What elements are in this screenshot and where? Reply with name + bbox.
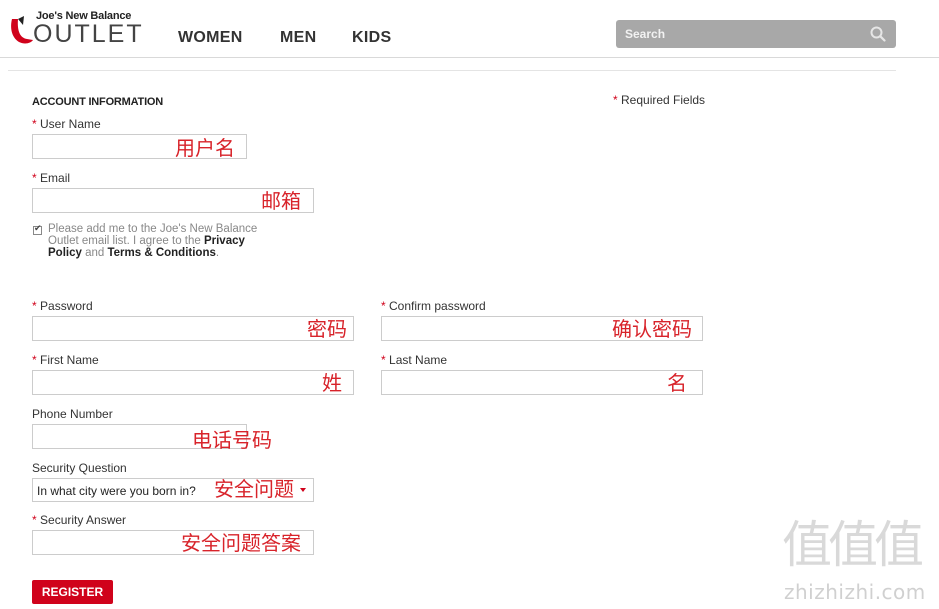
password-label-text: Password: [40, 299, 93, 313]
security-answer-label-text: Security Answer: [40, 513, 127, 527]
confirm-password-annotation: 确认密码: [612, 317, 692, 341]
watermark: 值值值 zhizhizhi.com: [780, 520, 939, 609]
required-marker: *: [32, 299, 37, 313]
password-label: * Password: [32, 299, 93, 313]
nav-kids[interactable]: KIDS: [352, 29, 391, 47]
required-marker: *: [613, 93, 618, 107]
register-button[interactable]: REGISTER: [32, 580, 113, 604]
security-answer-annotation: 安全问题答案: [181, 531, 301, 555]
security-question-value: In what city were you born in?: [37, 484, 196, 498]
email-label: * Email: [32, 171, 70, 185]
required-marker: *: [381, 299, 386, 313]
confirm-password-label: * Confirm password: [381, 299, 486, 313]
username-label-text: User Name: [40, 117, 101, 131]
consent-and: and: [81, 247, 108, 259]
shoe-logo-icon: [11, 16, 34, 44]
section-title: ACCOUNT INFORMATION: [32, 96, 164, 108]
phone-annotation: 电话号码: [192, 428, 272, 452]
email-label-text: Email: [40, 171, 71, 185]
terms-link[interactable]: Terms & Conditions: [107, 247, 215, 259]
consent-end: .: [215, 247, 220, 259]
watermark-logo: 值值值: [782, 516, 924, 574]
search-bar: [616, 20, 896, 48]
security-answer-label: * Security Answer: [32, 513, 126, 527]
site-header: Joe's New Balance OUTLET WOMEN MEN KIDS: [0, 0, 939, 58]
password-annotation: 密码: [307, 317, 347, 341]
chevron-down-icon: [300, 488, 306, 492]
required-marker: *: [32, 353, 37, 367]
consent-text: Please add me to the Joe's New Balance O…: [48, 223, 268, 259]
last-name-label-text: Last Name: [389, 353, 448, 367]
required-marker: *: [381, 353, 386, 367]
nav-women[interactable]: WOMEN: [178, 29, 243, 47]
username-label: * User Name: [32, 117, 101, 131]
security-question-annotation: 安全问题: [214, 477, 294, 501]
required-marker: *: [32, 117, 37, 131]
checkmark-icon: ✔: [34, 223, 42, 233]
search-icon[interactable]: [870, 26, 886, 42]
content-divider: [8, 70, 896, 71]
search-input[interactable]: [616, 20, 866, 48]
nav-men[interactable]: MEN: [280, 29, 316, 47]
site-logo[interactable]: Joe's New Balance OUTLET: [8, 9, 148, 49]
last-name-annotation: 名: [667, 371, 687, 395]
required-fields-note: * Required Fields: [613, 93, 705, 107]
confirm-password-label-text: Confirm password: [389, 299, 486, 313]
first-name-field[interactable]: [32, 370, 354, 395]
email-annotation: 邮箱: [261, 189, 301, 213]
logo-outlet-text: OUTLET: [33, 20, 144, 48]
required-note-text: Required Fields: [621, 93, 706, 107]
first-name-annotation: 姓: [322, 371, 342, 395]
watermark-text: zhizhizhi.com: [784, 580, 926, 604]
required-marker: *: [32, 171, 37, 185]
password-field[interactable]: [32, 316, 354, 341]
username-annotation: 用户名: [175, 136, 235, 160]
required-marker: *: [32, 513, 37, 527]
first-name-label-text: First Name: [40, 353, 99, 367]
last-name-label: * Last Name: [381, 353, 447, 367]
security-question-label: Security Question: [32, 461, 127, 475]
first-name-label: * First Name: [32, 353, 99, 367]
last-name-field[interactable]: [381, 370, 703, 395]
newsletter-checkbox[interactable]: ✔: [33, 223, 42, 235]
phone-label: Phone Number: [32, 407, 113, 421]
